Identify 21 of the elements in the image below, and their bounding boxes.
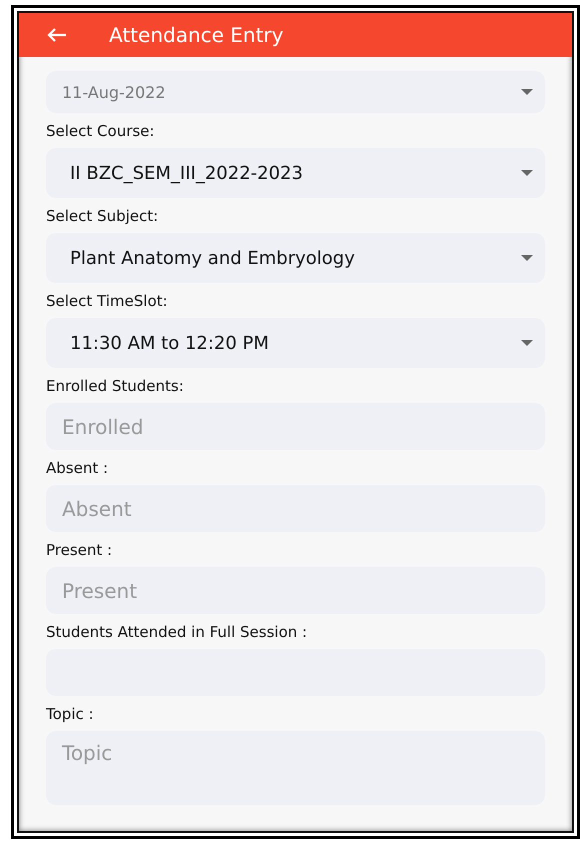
- back-arrow-icon[interactable]: [47, 27, 67, 43]
- input-field[interactable]: Topic: [46, 731, 545, 805]
- field-label: Select Course:: [46, 122, 154, 140]
- input-field[interactable]: Enrolled: [46, 403, 545, 450]
- field-label: Select Subject:: [46, 207, 158, 225]
- field-label: Select TimeSlot:: [46, 292, 168, 310]
- caret-icon: [521, 89, 533, 95]
- field-label: Absent :: [46, 459, 108, 477]
- field-label: Enrolled Students:: [46, 377, 184, 395]
- dropdown[interactable]: 11:30 AM to 12:20 PM: [46, 318, 545, 368]
- caret-icon: [521, 170, 533, 176]
- input-field[interactable]: Present: [46, 567, 545, 614]
- dropdown[interactable]: II BZC_SEM_III_2022-2023: [46, 148, 545, 198]
- input-field[interactable]: Absent: [46, 485, 545, 532]
- caret-icon: [521, 255, 533, 261]
- field-label: Students Attended in Full Session :: [46, 623, 308, 641]
- field-label: Present :: [46, 541, 112, 559]
- dropdown[interactable]: Plant Anatomy and Embryology: [46, 233, 545, 283]
- screen-title: Attendance Entry: [109, 23, 284, 47]
- caret-icon: [521, 340, 533, 346]
- field-label: Topic :: [46, 705, 94, 723]
